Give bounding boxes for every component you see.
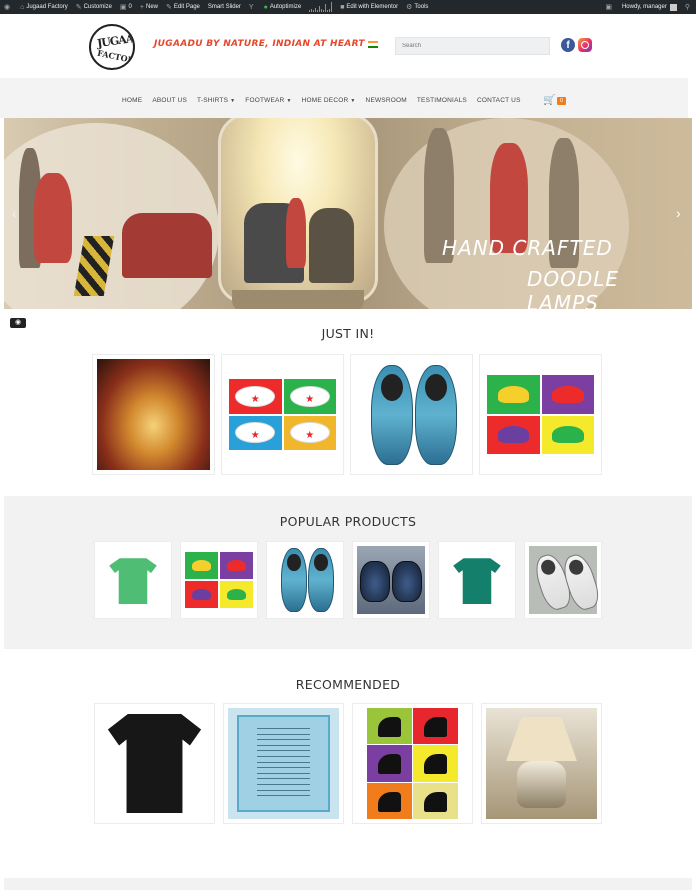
cart-icon[interactable]: 🛒	[543, 95, 555, 106]
product-card[interactable]	[180, 541, 258, 619]
admin-autoptimize[interactable]: ● Autoptimize	[260, 0, 306, 14]
screen-icon[interactable]: ▣	[601, 0, 618, 14]
slide-title-line1: HAND CRAFTED	[442, 236, 613, 260]
product-card[interactable]	[350, 354, 473, 475]
admin-bar: ◉ ⌂ Jugaad Factory ✎ Customize ▣ 0 + New ✎ Ed…	[0, 0, 696, 14]
product-image-beetles	[487, 375, 594, 454]
chevron-down-icon: ▼	[286, 98, 292, 104]
lamp-base	[232, 290, 364, 309]
facebook-icon[interactable]: f	[561, 38, 575, 52]
plus-icon: +	[139, 3, 144, 11]
india-flag-icon	[368, 41, 378, 48]
nav-item-testimonials[interactable]: TESTIMONIALS	[417, 97, 467, 104]
doodle-dress	[286, 198, 306, 268]
product-card[interactable]	[438, 541, 516, 619]
nav-menu: HOME ABOUT US T-SHIRTS ▼ FOOTWEAR ▼ HOME D…	[122, 97, 531, 104]
product-image-clogs	[357, 546, 425, 614]
product-card[interactable]	[94, 703, 215, 824]
instagram-icon[interactable]	[578, 38, 592, 52]
chevron-down-icon: ▼	[350, 98, 356, 104]
product-image-teal-tee	[443, 546, 511, 614]
product-card[interactable]	[352, 541, 430, 619]
site-tagline: JUGAADU BY NATURE, INDIAN AT HEART	[154, 39, 365, 49]
avatar	[669, 3, 677, 11]
product-card[interactable]	[266, 541, 344, 619]
comment-icon: ▣	[119, 4, 127, 11]
product-image-lamp	[486, 708, 597, 819]
admin-customize[interactable]: ✎ Customize	[72, 0, 116, 14]
product-card[interactable]	[479, 354, 602, 475]
product-image-green-tee	[99, 546, 167, 614]
chevron-down-icon: ▼	[230, 98, 236, 104]
status-dot-icon: ●	[263, 3, 268, 11]
nav-item-home-decor[interactable]: HOME DECOR ▼	[302, 97, 356, 104]
cart-count-badge: 0	[557, 97, 566, 105]
wordpress-logo-icon[interactable]: ◉	[0, 0, 16, 14]
doodle-crowd	[309, 208, 354, 283]
product-image-beetles	[185, 552, 253, 608]
query-monitor-graph[interactable]	[309, 2, 333, 12]
admin-new[interactable]: + New	[136, 0, 162, 14]
admin-comments[interactable]: ▣ 0	[116, 0, 136, 14]
doodle-dress	[34, 173, 72, 263]
admin-account[interactable]: Howdy, manager	[618, 0, 681, 14]
slider-next-arrow-icon[interactable]: ›	[676, 205, 681, 221]
product-image-pop-art: ★ ★ ★ ★	[229, 379, 336, 450]
admin-tools[interactable]: ⚙ Tools	[402, 0, 432, 14]
product-card[interactable]: ★ ★ ★ ★	[221, 354, 344, 475]
pencil-icon: ✎	[166, 4, 172, 11]
elementor-icon: ■	[340, 3, 345, 11]
admin-site-name[interactable]: ⌂ Jugaad Factory	[16, 0, 72, 14]
admin-edit-elementor[interactable]: ■ Edit with Elementor	[336, 0, 402, 14]
product-card[interactable]	[92, 354, 215, 475]
product-image-dancer	[97, 359, 210, 470]
slide-title-line2: DOODLE LAMPS	[527, 267, 620, 309]
product-card[interactable]	[524, 541, 602, 619]
site-header: JUGAAD FACTORY JUGAADU BY NATURE, INDIAN…	[0, 14, 696, 78]
product-image-shoes	[355, 359, 468, 470]
home-icon: ⌂	[20, 3, 25, 11]
product-card[interactable]	[223, 703, 344, 824]
section-title-recommended: RECOMMENDED	[295, 677, 401, 692]
tools-icon: ⚙	[406, 4, 413, 11]
search-input[interactable]	[395, 37, 550, 55]
product-image-heels	[367, 708, 458, 819]
product-image-poster	[228, 708, 339, 819]
brush-icon: ✎	[75, 4, 82, 11]
hero-slider[interactable]: HAND CRAFTED DOODLE LAMPS ‹ ›	[4, 118, 692, 309]
section-title-popular-products: POPULAR PRODUCTS	[279, 514, 417, 529]
product-image-sneakers	[529, 546, 601, 614]
admin-smart-slider[interactable]: Smart Slider	[204, 0, 245, 14]
product-image-black-tee	[99, 708, 210, 819]
admin-edit-page[interactable]: ✎ Edit Page	[162, 0, 204, 14]
nav-item-t-shirts[interactable]: T-SHIRTS ▼	[197, 97, 235, 104]
nav-item-contact-us[interactable]: CONTACT US	[477, 97, 521, 104]
yoast-icon[interactable]: Y	[245, 0, 260, 14]
slider-prev-arrow-icon[interactable]: ‹	[12, 205, 17, 221]
product-image-shoes	[271, 546, 339, 614]
footer-edge	[4, 878, 692, 890]
nav-item-about-us[interactable]: ABOUT US	[152, 97, 187, 104]
nav-item-newsroom[interactable]: NEWSROOM	[366, 97, 407, 104]
admin-search-icon[interactable]: ⚲	[681, 0, 696, 14]
site-logo[interactable]: JUGAAD FACTORY	[89, 24, 135, 70]
product-card[interactable]	[481, 703, 602, 824]
nav-item-home[interactable]: HOME	[122, 97, 142, 104]
doodle-car	[122, 213, 212, 278]
product-card[interactable]	[94, 541, 172, 619]
nav-item-footwear[interactable]: FOOTWEAR ▼	[245, 97, 291, 104]
product-card[interactable]	[352, 703, 473, 824]
section-title-just-in: JUST IN!	[321, 326, 375, 341]
